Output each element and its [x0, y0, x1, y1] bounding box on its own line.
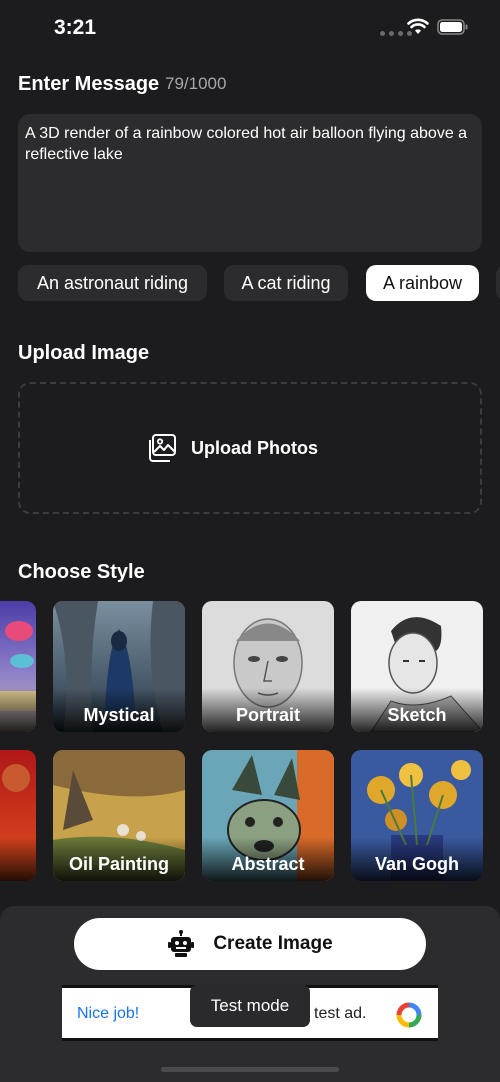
ad-left-text: Nice job!	[77, 1005, 140, 1022]
create-image-label: Create Image	[213, 933, 333, 954]
style-grid: Mystical Portrait Sketch Oil Painting Ab…	[0, 601, 500, 883]
character-counter: 79/1000	[165, 74, 227, 93]
style-tile-label: Abstract	[202, 837, 334, 881]
home-indicator[interactable]	[161, 1067, 339, 1072]
ad-right-text: test ad.	[314, 1005, 367, 1022]
suggestion-chip-cat[interactable]: A cat riding	[224, 265, 348, 301]
suggestion-chips: An astronaut riding A cat riding A rainb…	[18, 265, 500, 301]
suggestion-chip-partial[interactable]	[496, 265, 500, 301]
style-tile-label: Portrait	[202, 688, 334, 732]
upload-area[interactable]: Upload Photos	[18, 382, 482, 514]
style-tile-label: Sketch	[351, 688, 483, 732]
suggestion-chip-rainbow[interactable]: A rainbow	[366, 265, 479, 301]
status-bar: 3:21	[0, 0, 500, 56]
upload-photos-label: Upload Photos	[191, 437, 318, 458]
style-tile-oil-painting[interactable]: Oil Painting	[53, 750, 185, 881]
style-tile-abstract[interactable]: Abstract	[202, 750, 334, 881]
wifi-icon	[407, 18, 429, 34]
upload-photos-button[interactable]: Upload Photos	[147, 433, 318, 463]
message-label: Enter Message	[18, 73, 160, 95]
battery-icon	[437, 19, 468, 35]
style-tile-label: Mystical	[53, 688, 185, 732]
photos-icon	[149, 434, 176, 462]
style-tile-label	[0, 688, 36, 732]
message-input[interactable]: A 3D render of a rainbow colored hot air…	[18, 114, 482, 252]
choose-style-label: Choose Style	[18, 561, 145, 583]
robot-icon	[168, 930, 195, 957]
style-tile-partial-2[interactable]	[0, 750, 36, 881]
status-time: 3:21	[54, 16, 97, 39]
ad-logo-icon	[396, 1002, 422, 1028]
style-tile-partial-1[interactable]	[0, 601, 36, 732]
style-tile-mystical[interactable]: Mystical	[53, 601, 185, 732]
style-tile-label	[0, 837, 36, 881]
style-tile-sketch[interactable]: Sketch	[351, 601, 483, 732]
style-tile-label: Oil Painting	[53, 837, 185, 881]
style-tile-van-gogh[interactable]: Van Gogh	[351, 750, 483, 881]
style-tile-portrait[interactable]: Portrait	[202, 601, 334, 732]
upload-label: Upload Image	[18, 342, 150, 364]
test-mode-badge: Test mode	[190, 985, 310, 1027]
style-tile-label: Van Gogh	[351, 837, 483, 881]
suggestion-chip-astronaut[interactable]: An astronaut riding	[18, 265, 207, 301]
create-image-button[interactable]: Create Image	[74, 918, 426, 970]
